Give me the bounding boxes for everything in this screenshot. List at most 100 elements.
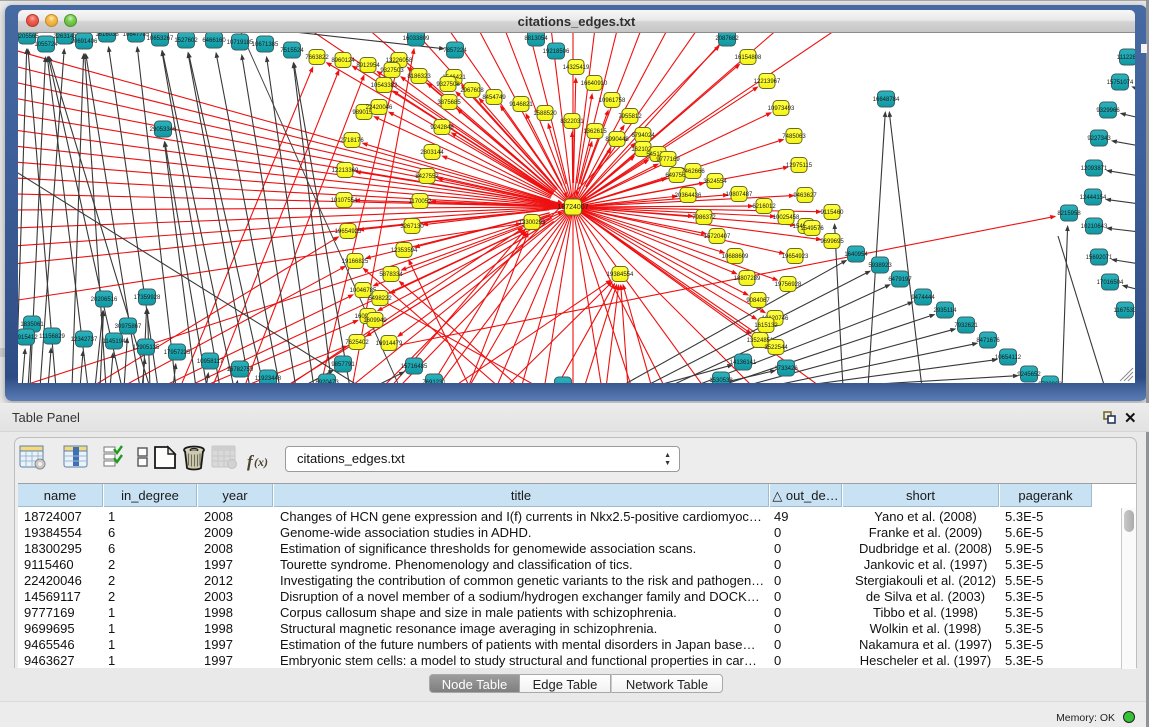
svg-text:8427552: 8427552 [415,174,439,180]
svg-text:11156829: 11156829 [39,334,65,340]
svg-text:13300293: 13300293 [519,220,546,226]
svg-text:2967608: 2967608 [460,88,484,94]
svg-text:7955812: 7955812 [618,114,642,120]
svg-text:15716485: 15716485 [401,364,428,370]
svg-text:15751074: 15751074 [1107,80,1134,86]
svg-text:14325419: 14325419 [563,65,590,71]
svg-text:15692071: 15692071 [1086,255,1113,261]
svg-text:6216012: 6216012 [752,204,776,210]
svg-text:3624554: 3624554 [703,179,727,185]
svg-text:1835061: 1835061 [20,322,44,328]
svg-text:7857224: 7857224 [443,48,467,54]
svg-text:16640910: 16640910 [581,81,608,87]
svg-text:1527602: 1527602 [174,38,198,44]
svg-text:9084067: 9084067 [746,298,770,304]
svg-text:19654925: 19654925 [335,229,362,235]
svg-text:17016504: 17016504 [1097,280,1124,286]
svg-text:9463627: 9463627 [793,193,817,199]
svg-text:16033809: 16033809 [403,36,430,42]
svg-text:11923448: 11923448 [255,376,282,382]
svg-text:10210643: 10210643 [1081,224,1108,230]
svg-text:19166825: 19166825 [342,259,369,265]
svg-text:12975115: 12975115 [786,163,813,169]
svg-text:20691406: 20691406 [71,39,98,45]
svg-text:8186323: 8186323 [407,74,431,80]
svg-text:9115460: 9115460 [821,210,845,216]
svg-text:29053346: 29053346 [150,127,177,133]
svg-text:9245652: 9245652 [1017,372,1041,378]
svg-text:12213369: 12213369 [332,168,359,174]
svg-text:17957225: 17957225 [164,350,191,356]
svg-text:7932621: 7932621 [954,323,978,329]
svg-text:16914479: 16914479 [376,341,403,347]
svg-text:9857791: 9857791 [331,362,355,368]
svg-text:19218506: 19218506 [543,49,570,55]
svg-text:10688609: 10688609 [722,254,749,260]
svg-text:7986372: 7986372 [692,215,716,221]
svg-text:9329966: 9329966 [1096,108,1120,114]
svg-text:10958117: 10958117 [197,359,224,365]
svg-text:12213967: 12213967 [754,79,781,85]
svg-text:12353594: 12353594 [391,248,418,254]
svg-text:7485063: 7485063 [782,134,806,140]
svg-text:15720407: 15720407 [704,234,731,240]
svg-text:5878334: 5878334 [379,272,403,278]
svg-text:1145194: 1145194 [103,339,127,345]
svg-text:8912954: 8912954 [356,63,380,69]
svg-text:22420046: 22420046 [366,105,393,111]
svg-text:2718176: 2718176 [340,138,364,144]
svg-text:(x): (x) [254,455,268,469]
svg-text:10961758: 10961758 [599,98,626,104]
svg-text:20364436: 20364436 [675,193,702,199]
svg-text:16154808: 16154808 [735,55,762,61]
svg-text:8813054: 8813054 [524,36,548,42]
svg-text:7663822: 7663822 [305,55,329,61]
svg-text:1615132: 1615132 [754,323,778,329]
svg-text:19384554: 19384554 [607,272,634,278]
svg-text:2803144: 2803144 [420,150,444,156]
svg-text:16648784: 16648784 [873,97,900,103]
svg-text:12093871: 12093871 [1081,166,1108,172]
svg-text:6479197: 6479197 [888,277,912,283]
svg-text:20206516: 20206516 [91,297,118,303]
svg-text:10543382: 10543382 [371,83,398,89]
svg-text:1170052: 1170052 [409,199,433,205]
svg-text:10025458: 10025458 [773,215,800,221]
svg-text:30975867: 30975867 [115,324,142,330]
svg-text:16782759: 16782759 [227,367,254,373]
svg-text:1588520: 1588520 [533,111,557,117]
svg-text:10654112: 10654112 [995,355,1022,361]
svg-text:14136141: 14136141 [730,360,757,366]
svg-text:1733426: 1733426 [774,366,798,372]
svg-text:1167533: 1167533 [1114,308,1135,314]
svg-text:3875685: 3875685 [437,100,461,106]
svg-text:2087682: 2087682 [715,36,739,42]
svg-text:18724007: 18724007 [557,204,588,211]
svg-text:1640954: 1640954 [844,252,868,258]
svg-text:7515524: 7515524 [280,48,304,54]
svg-text:3267130: 3267130 [400,224,424,230]
svg-text:9227343: 9227343 [1087,136,1111,142]
svg-text:8920473: 8920473 [315,380,339,383]
svg-text:3915412: 3915412 [18,335,38,341]
svg-text:1549576: 1549576 [800,226,824,232]
svg-text:9777169: 9777169 [656,157,680,163]
svg-text:1112280: 1112280 [1117,55,1135,61]
svg-text:8990448: 8990448 [605,137,629,143]
svg-text:18807289: 18807289 [734,276,761,282]
svg-text:1055724: 1055724 [34,42,58,48]
svg-text:8471676: 8471676 [976,338,1000,344]
svg-text:10719185: 10719185 [227,40,254,46]
svg-text:9474444: 9474444 [911,295,935,301]
svg-text:1530538: 1530538 [709,378,733,383]
svg-text:10107554: 10107554 [331,198,358,204]
svg-text:7625402: 7625402 [345,340,369,346]
svg-text:7691231: 7691231 [422,380,446,383]
svg-text:6466160: 6466160 [202,38,226,44]
svg-text:10653267: 10653267 [147,36,174,42]
svg-text:10973493: 10973493 [768,106,795,112]
svg-text:17359928: 17359928 [134,295,161,301]
svg-text:1205565: 1205565 [18,34,39,40]
svg-text:8215958: 8215958 [1057,211,1081,217]
svg-text:9327508: 9327508 [436,82,460,88]
